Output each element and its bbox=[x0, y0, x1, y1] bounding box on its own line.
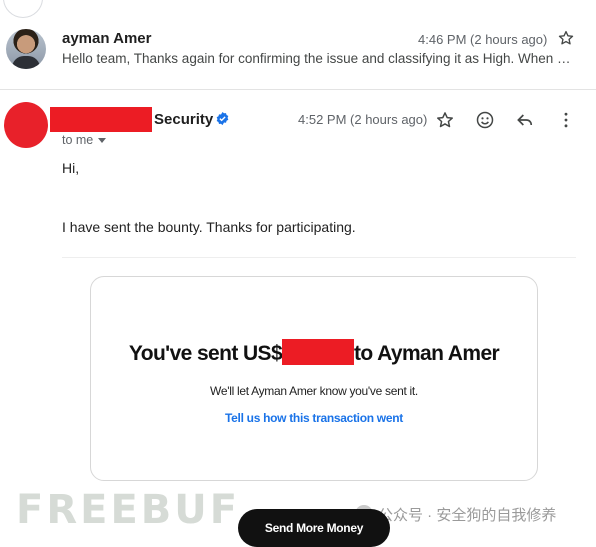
redacted-amount bbox=[282, 339, 355, 365]
payment-subtext: We'll let Ayman Amer know you've sent it… bbox=[210, 384, 418, 398]
redacted-sender-name bbox=[50, 107, 152, 132]
divider bbox=[62, 257, 576, 258]
greeting-text: Hi, bbox=[62, 160, 80, 176]
recipient-line[interactable]: to me bbox=[62, 133, 93, 147]
message1-sender[interactable]: ayman Amer bbox=[62, 30, 152, 47]
headline-suffix: to Ayman Amer bbox=[354, 342, 500, 365]
star-icon[interactable] bbox=[434, 109, 456, 131]
divider bbox=[0, 89, 596, 90]
message1-time: 4:46 PM (2 hours ago) bbox=[418, 32, 548, 47]
freebuf-watermark-logo: FREEBUF bbox=[16, 487, 241, 533]
message1-snippet[interactable]: Hello team, Thanks again for confirming … bbox=[62, 51, 574, 66]
send-more-money-button[interactable]: Send More Money bbox=[238, 509, 390, 547]
more-vert-icon[interactable] bbox=[555, 109, 577, 131]
payment-headline: You've sent US$ to Ayman Amer bbox=[90, 339, 538, 366]
watermark-text: 公众号 · 安全狗的自我修养 bbox=[378, 507, 557, 524]
chevron-down-icon[interactable] bbox=[98, 138, 106, 143]
star-icon[interactable] bbox=[557, 29, 575, 47]
message-body: I have sent the bounty. Thanks for parti… bbox=[62, 219, 356, 235]
sender-avatar bbox=[6, 29, 46, 69]
verified-badge-icon bbox=[215, 111, 230, 126]
reply-icon[interactable] bbox=[514, 109, 536, 131]
payment-card bbox=[90, 276, 538, 481]
message2-time: 4:52 PM (2 hours ago) bbox=[298, 112, 428, 127]
transaction-feedback-link[interactable]: Tell us how this transaction went bbox=[90, 411, 538, 425]
headline-prefix: You've sent US$ bbox=[128, 342, 283, 365]
sender-avatar-redacted bbox=[4, 102, 48, 148]
previous-avatar[interactable] bbox=[3, 0, 43, 18]
message2-sender[interactable]: Security bbox=[154, 111, 213, 128]
emoji-icon[interactable] bbox=[474, 109, 496, 131]
